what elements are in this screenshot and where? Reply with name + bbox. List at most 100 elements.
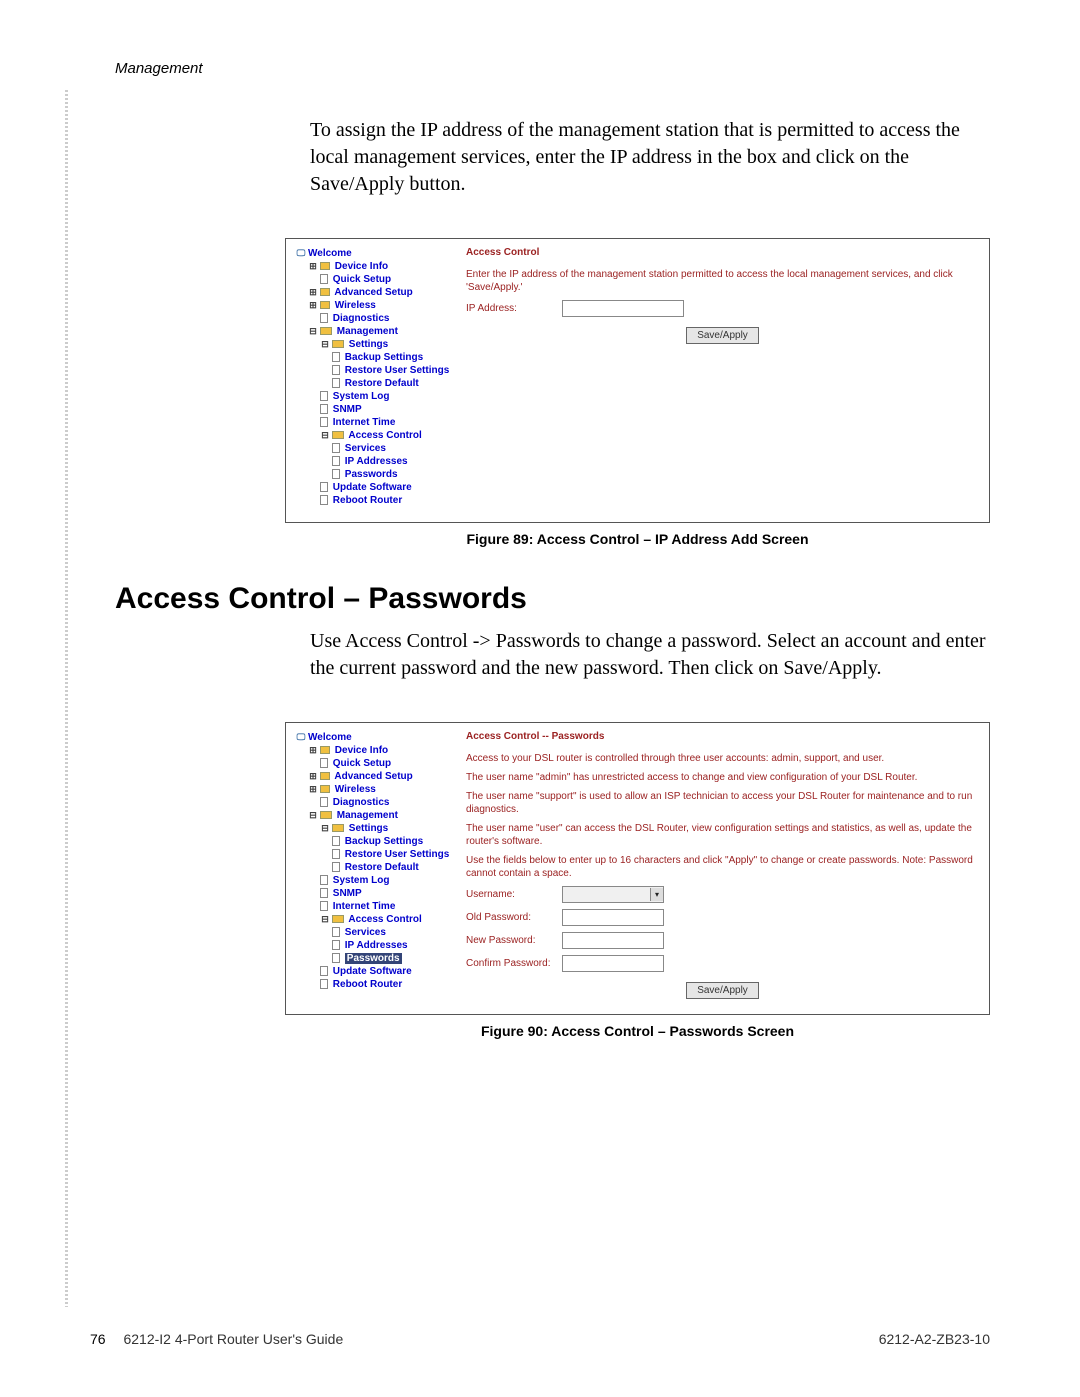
tree-advanced-setup[interactable]: Advanced Setup <box>334 287 412 298</box>
folder-icon <box>320 288 330 296</box>
passwords-paragraph: Use Access Control -> Passwords to chang… <box>310 628 990 682</box>
tree-system-log[interactable]: System Log <box>333 391 390 402</box>
old-password-label: Old Password: <box>466 912 556 923</box>
nav-tree: Welcome Device Info Quick Setup Advanced… <box>296 247 446 507</box>
folder-icon <box>320 262 330 270</box>
tree-access-control[interactable]: Access Control <box>348 430 421 441</box>
confirm-password-label: Confirm Password: <box>466 958 556 969</box>
tree-internet-time[interactable]: Internet Time <box>333 901 396 912</box>
page-icon <box>320 888 328 898</box>
tree-ip-addresses[interactable]: IP Addresses <box>345 940 408 951</box>
tree-welcome[interactable]: Welcome <box>308 248 352 259</box>
plus-icon[interactable] <box>308 745 318 755</box>
tree-restore-default[interactable]: Restore Default <box>345 862 419 873</box>
page-icon <box>332 927 340 937</box>
tree-restore-default[interactable]: Restore Default <box>345 378 419 389</box>
tree-system-log[interactable]: System Log <box>333 875 390 886</box>
minus-icon[interactable] <box>320 430 330 440</box>
tree-reboot-router[interactable]: Reboot Router <box>333 979 402 990</box>
tree-welcome[interactable]: Welcome <box>308 732 352 743</box>
plus-icon[interactable] <box>308 300 318 310</box>
tree-reboot-router[interactable]: Reboot Router <box>333 495 402 506</box>
plus-icon[interactable] <box>308 771 318 781</box>
ip-address-label: IP Address: <box>466 303 556 314</box>
username-select[interactable]: ▾ <box>562 886 664 903</box>
content-pane: Access Control -- Passwords Access to yo… <box>466 731 979 999</box>
tree-snmp[interactable]: SNMP <box>333 888 362 899</box>
binding-dots <box>65 90 68 1307</box>
tree-restore-user[interactable]: Restore User Settings <box>345 849 449 860</box>
tree-device-info[interactable]: Device Info <box>335 745 388 756</box>
page-icon <box>320 274 328 284</box>
tree-management[interactable]: Management <box>337 810 398 821</box>
page-icon <box>332 365 340 375</box>
page-icon <box>332 352 340 362</box>
plus-icon[interactable] <box>308 287 318 297</box>
tree-update-software[interactable]: Update Software <box>333 482 412 493</box>
folder-open-icon <box>320 811 332 819</box>
tree-services[interactable]: Services <box>345 443 386 454</box>
pane-p2: The user name "admin" has unrestricted a… <box>466 771 979 784</box>
confirm-password-input[interactable] <box>562 955 664 972</box>
tree-wireless[interactable]: Wireless <box>335 784 376 795</box>
plus-icon[interactable] <box>308 784 318 794</box>
old-password-input[interactable] <box>562 909 664 926</box>
tree-passwords-active[interactable]: Passwords <box>345 953 402 964</box>
ip-address-input[interactable] <box>562 300 684 317</box>
new-password-input[interactable] <box>562 932 664 949</box>
folder-open-icon <box>332 340 344 348</box>
tree-wireless[interactable]: Wireless <box>335 300 376 311</box>
tree-settings[interactable]: Settings <box>349 339 388 350</box>
minus-icon[interactable] <box>308 810 318 820</box>
page-icon <box>320 966 328 976</box>
page-icon <box>332 953 340 963</box>
tree-diagnostics[interactable]: Diagnostics <box>333 313 390 324</box>
page-icon <box>332 456 340 466</box>
tree-services[interactable]: Services <box>345 927 386 938</box>
tree-internet-time[interactable]: Internet Time <box>333 417 396 428</box>
page-icon <box>332 443 340 453</box>
footer-guide: 6212-I2 4-Port Router User's Guide <box>123 1331 343 1347</box>
page-icon <box>332 849 340 859</box>
figure-89-caption: Figure 89: Access Control – IP Address A… <box>285 531 990 547</box>
minus-icon[interactable] <box>320 823 330 833</box>
tree-backup-settings[interactable]: Backup Settings <box>345 352 423 363</box>
tree-update-software[interactable]: Update Software <box>333 966 412 977</box>
tree-quick-setup[interactable]: Quick Setup <box>333 758 391 769</box>
tree-advanced-setup[interactable]: Advanced Setup <box>334 771 412 782</box>
tree-ip-addresses[interactable]: IP Addresses <box>345 456 408 467</box>
tree-quick-setup[interactable]: Quick Setup <box>333 274 391 285</box>
save-apply-button[interactable]: Save/Apply <box>686 327 759 344</box>
pane-desc: Enter the IP address of the management s… <box>466 268 979 294</box>
intro-paragraph: To assign the IP address of the manageme… <box>310 117 990 198</box>
page-icon <box>320 901 328 911</box>
pane-p1: Access to your DSL router is controlled … <box>466 752 979 765</box>
page-icon <box>320 875 328 885</box>
minus-icon[interactable] <box>320 914 330 924</box>
new-password-label: New Password: <box>466 935 556 946</box>
pane-p5: Use the fields below to enter up to 16 c… <box>466 854 979 880</box>
tree-access-control[interactable]: Access Control <box>348 914 421 925</box>
folder-open-icon <box>332 824 344 832</box>
page-icon <box>332 940 340 950</box>
section-header: Management <box>115 60 990 77</box>
tree-restore-user[interactable]: Restore User Settings <box>345 365 449 376</box>
tree-snmp[interactable]: SNMP <box>333 404 362 415</box>
pane-p4: The user name "user" can access the DSL … <box>466 822 979 848</box>
plus-icon[interactable] <box>308 261 318 271</box>
tree-settings[interactable]: Settings <box>349 823 388 834</box>
tree-diagnostics[interactable]: Diagnostics <box>333 797 390 808</box>
tree-device-info[interactable]: Device Info <box>335 261 388 272</box>
minus-icon[interactable] <box>320 339 330 349</box>
folder-icon <box>320 772 330 780</box>
tree-passwords[interactable]: Passwords <box>345 469 398 480</box>
minus-icon[interactable] <box>308 326 318 336</box>
folder-open-icon <box>332 915 344 923</box>
page-footer: 76 6212-I2 4-Port Router User's Guide 62… <box>0 1331 1080 1347</box>
tree-backup-settings[interactable]: Backup Settings <box>345 836 423 847</box>
folder-icon <box>320 301 330 309</box>
tree-management[interactable]: Management <box>337 326 398 337</box>
save-apply-button[interactable]: Save/Apply <box>686 982 759 999</box>
figure-90-screenshot: Welcome Device Info Quick Setup Advanced… <box>285 722 990 1015</box>
pane-title: Access Control -- Passwords <box>466 731 979 742</box>
